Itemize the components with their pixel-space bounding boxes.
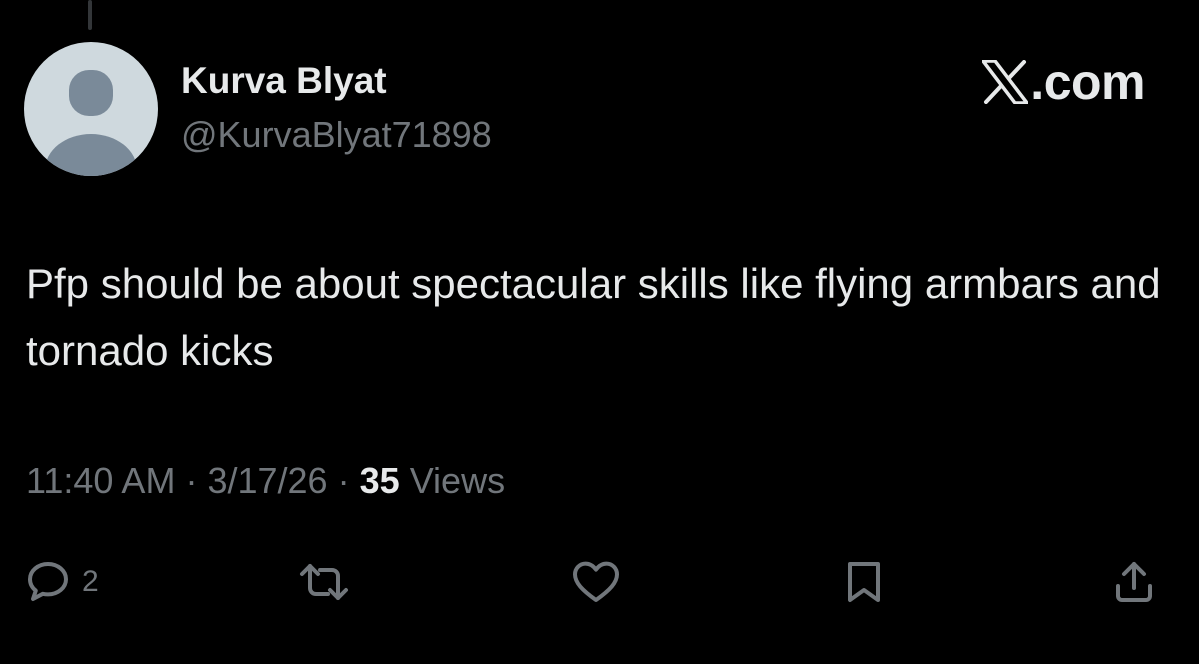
like-button[interactable] <box>570 550 622 614</box>
bookmark-button[interactable] <box>840 550 888 614</box>
thread-connector-line <box>88 0 92 30</box>
brand-domain-text: .com <box>1030 54 1145 110</box>
share-icon <box>1116 562 1152 602</box>
tweet-date[interactable]: 3/17/26 <box>207 460 327 501</box>
repost-icon <box>300 564 348 600</box>
reply-button[interactable]: 2 <box>24 550 99 614</box>
heart-icon <box>573 561 619 602</box>
tweet-text: Pfp should be about spectacular skills l… <box>26 260 1161 374</box>
meta-separator: · <box>185 460 198 501</box>
x-logo-icon <box>982 60 1029 104</box>
reply-icon <box>28 562 68 601</box>
action-bar: 2 <box>0 550 1199 614</box>
tweet-meta: 11:40 AM · 3/17/26 · 35 Views <box>26 460 505 502</box>
x-com-brand: .com <box>982 54 1145 110</box>
meta-separator: · <box>337 460 350 501</box>
repost-button[interactable] <box>296 550 352 614</box>
reply-count: 2 <box>82 565 99 598</box>
default-avatar-icon <box>45 70 137 176</box>
share-button[interactable] <box>1110 550 1158 614</box>
views-count[interactable]: 35 <box>360 460 400 501</box>
bookmark-icon <box>848 562 880 602</box>
author-handle[interactable]: @KurvaBlyat71898 <box>181 114 492 156</box>
tweet-time[interactable]: 11:40 AM <box>26 460 175 501</box>
avatar[interactable] <box>24 42 158 176</box>
views-label[interactable]: Views <box>410 460 505 501</box>
author-display-name[interactable]: Kurva Blyat <box>181 60 387 102</box>
